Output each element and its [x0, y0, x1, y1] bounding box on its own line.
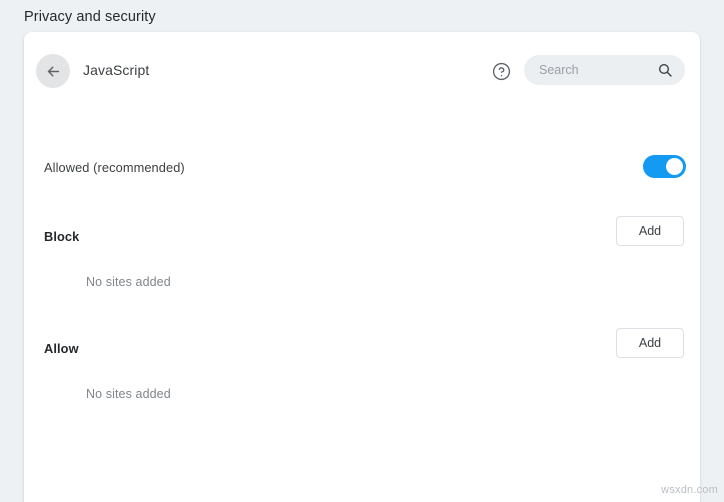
settings-section-title: JavaScript — [83, 62, 149, 78]
allow-group-label: Allow — [44, 341, 79, 356]
arrow-left-icon — [45, 63, 62, 80]
watermark: wsxdn.com — [661, 484, 718, 496]
card-header: JavaScript — [24, 32, 700, 110]
back-button[interactable] — [36, 54, 70, 88]
block-add-button[interactable]: Add — [616, 216, 684, 246]
search-input[interactable] — [524, 56, 651, 84]
search-icon[interactable] — [656, 61, 674, 79]
settings-card: JavaScript Allowed (recommended) — [24, 32, 700, 502]
allowed-setting-label: Allowed (recommended) — [44, 160, 185, 175]
toggle-knob — [666, 158, 683, 175]
help-circle-icon[interactable] — [489, 59, 513, 83]
page-title: Privacy and security — [24, 9, 156, 25]
block-group-label: Block — [44, 229, 79, 244]
search-box[interactable] — [524, 55, 685, 85]
block-empty-text: No sites added — [86, 275, 171, 289]
allow-empty-text: No sites added — [86, 387, 171, 401]
allowed-toggle[interactable] — [643, 155, 686, 178]
allow-add-button[interactable]: Add — [616, 328, 684, 358]
